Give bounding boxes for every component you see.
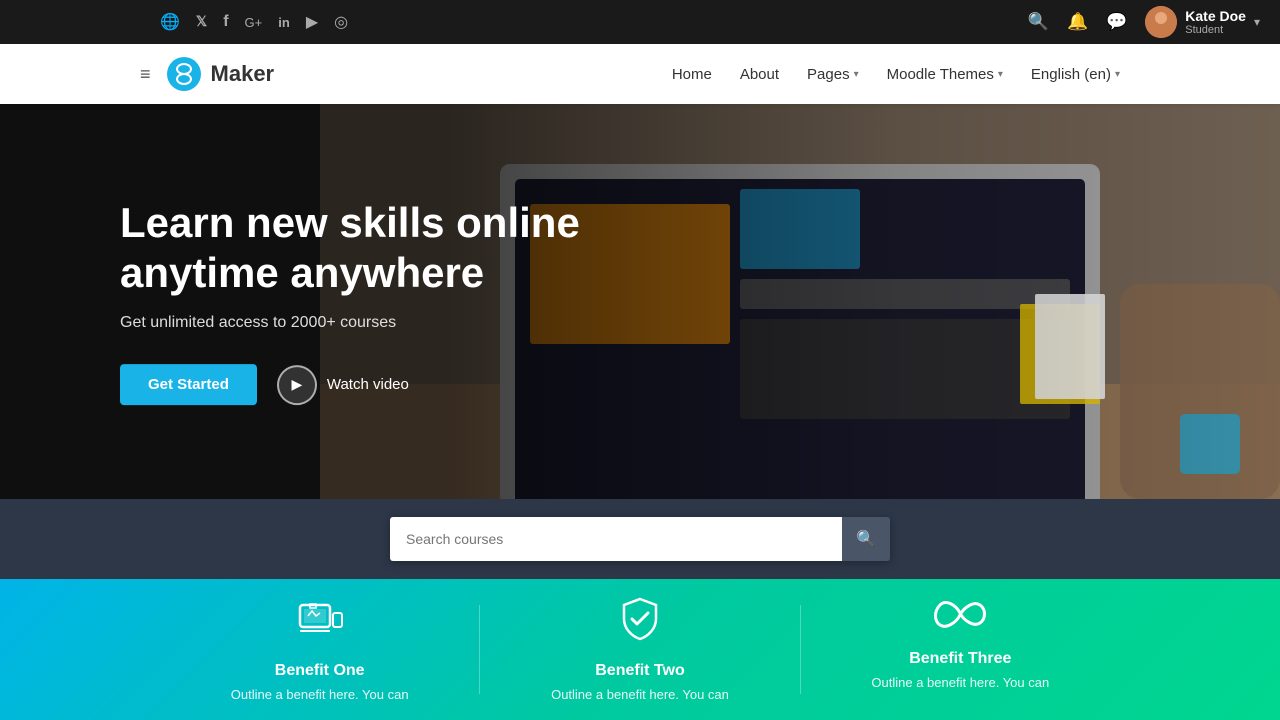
logo: ≡ Maker [140,57,274,91]
language-label: English (en) [1031,66,1111,83]
main-nav: ≡ Maker Home About Pages ▾ Moodle Themes… [0,44,1280,104]
hero-section: Learn new skills online anytime anywhere… [0,104,1280,499]
hero-content: Learn new skills online anytime anywhere… [120,198,580,406]
user-details: Kate Doe Student [1185,8,1246,36]
benefit-three-title: Benefit Three [909,650,1011,668]
top-actions: 🔍 🔔 💬 Kate Doe Student ▾ [1028,6,1260,38]
language-dropdown[interactable]: English (en) ▾ [1031,66,1120,83]
get-started-button[interactable]: Get Started [120,364,257,405]
moodle-themes-dropdown[interactable]: Moodle Themes ▾ [887,66,1003,83]
user-menu-chevron: ▾ [1254,15,1260,29]
search-button[interactable]: 🔍 [842,517,890,561]
pages-dropdown[interactable]: Pages ▾ [807,66,859,83]
benefits-section: Benefit One Outline a benefit here. You … [0,579,1280,720]
benefit-one-desc: Outline a benefit here. You can [231,686,409,704]
pages-caret: ▾ [854,69,859,80]
user-name: Kate Doe [1185,8,1246,24]
twitter-icon[interactable]: 𝕏 [196,14,207,30]
benefit-three: Benefit Three Outline a benefit here. Yo… [801,595,1120,704]
youtube-icon[interactable]: ▶ [306,12,318,32]
about-link[interactable]: About [740,66,779,83]
benefit-two-desc: Outline a benefit here. You can [551,686,729,704]
language-caret: ▾ [1115,69,1120,80]
linkedin-icon[interactable]: in [278,15,290,30]
facebook-icon[interactable]: f [223,13,228,31]
hero-title: Learn new skills online anytime anywhere [120,198,580,299]
instagram-icon[interactable]: ◎ [334,12,348,32]
hamburger-menu[interactable]: ≡ [140,64,151,85]
globe-icon[interactable]: 🌐 [160,12,180,32]
hero-actions: Get Started ▶ Watch video [120,364,580,405]
search-button-icon: 🔍 [856,529,876,549]
nav-links: Home About Pages ▾ Moodle Themes ▾ Engli… [672,66,1120,83]
benefit-one: Benefit One Outline a benefit here. You … [160,595,479,704]
moodle-themes-caret: ▾ [998,69,1003,80]
search-section: 🔍 [0,499,1280,579]
notification-icon[interactable]: 🔔 [1067,12,1088,32]
benefit-one-title: Benefit One [275,662,365,680]
search-icon[interactable]: 🔍 [1028,12,1049,32]
top-bar: 🌐 𝕏 f G+ in ▶ ◎ 🔍 🔔 💬 Kate Doe Student ▾ [0,0,1280,44]
device-benefit-icon [296,595,344,652]
shield-benefit-icon [616,595,664,652]
benefit-two: Benefit Two Outline a benefit here. You … [480,595,799,704]
benefit-two-title: Benefit Two [595,662,684,680]
user-role: Student [1185,24,1246,36]
moodle-themes-label: Moodle Themes [887,66,994,83]
search-input[interactable] [390,517,842,561]
benefits-grid: Benefit One Outline a benefit here. You … [160,595,1120,704]
search-wrapper: 🔍 [390,517,890,561]
pages-label: Pages [807,66,850,83]
home-link[interactable]: Home [672,66,712,83]
infinity-benefit-icon [932,595,988,640]
message-icon[interactable]: 💬 [1106,12,1127,32]
watch-video-button[interactable]: ▶ Watch video [277,365,409,405]
user-menu[interactable]: Kate Doe Student ▾ [1145,6,1260,38]
benefit-three-desc: Outline a benefit here. You can [871,674,1049,692]
google-plus-icon[interactable]: G+ [245,15,263,30]
avatar [1145,6,1177,38]
hero-subtitle: Get unlimited access to 2000+ courses [120,314,580,332]
logo-icon [167,57,201,91]
play-icon: ▶ [277,365,317,405]
watch-video-label: Watch video [327,376,409,393]
logo-text: Maker [211,61,275,87]
social-links: 🌐 𝕏 f G+ in ▶ ◎ [160,12,348,32]
